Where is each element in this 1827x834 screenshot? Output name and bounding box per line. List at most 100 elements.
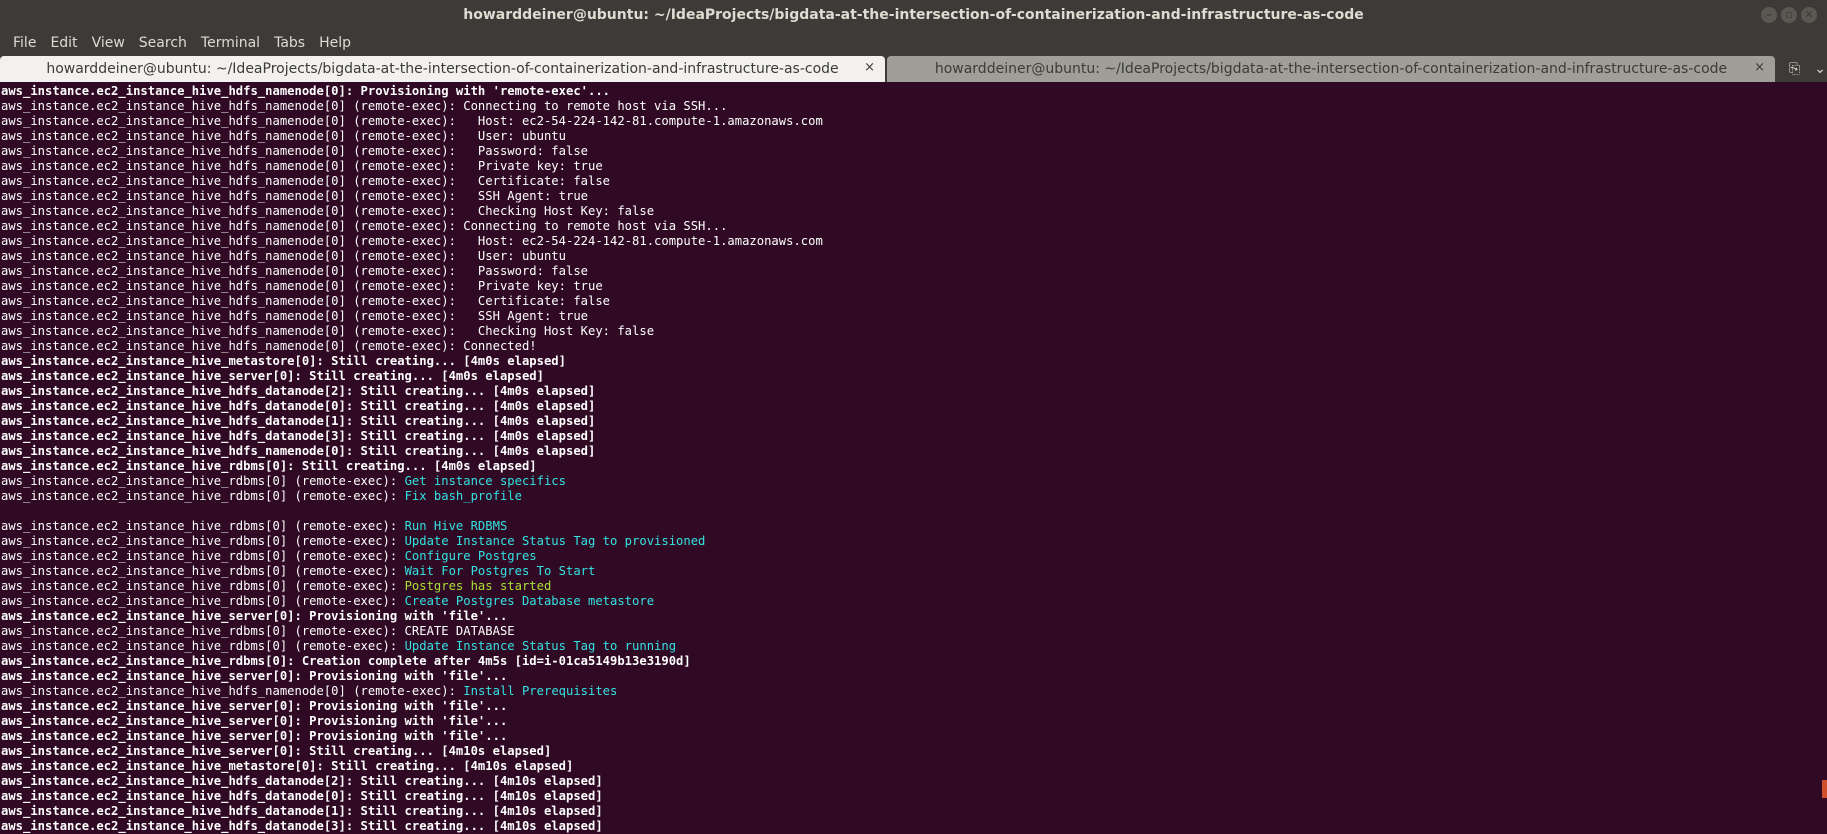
window-title: howarddeiner@ubuntu: ~/IdeaProjects/bigd… — [463, 7, 1364, 23]
terminal-line: aws_instance.ec2_instance_hive_hdfs_name… — [1, 264, 1820, 279]
terminal-line-segment: aws_instance.ec2_instance_hive_server[0]… — [1, 669, 508, 683]
terminal-line: aws_instance.ec2_instance_hive_hdfs_name… — [1, 84, 1820, 99]
terminal-line: aws_instance.ec2_instance_hive_rdbms[0] … — [1, 489, 1820, 504]
terminal-line: aws_instance.ec2_instance_hive_rdbms[0] … — [1, 564, 1820, 579]
minimize-button[interactable]: – — [1761, 7, 1777, 23]
terminal-line-segment: aws_instance.ec2_instance_hive_hdfs_name… — [1, 174, 611, 188]
terminal-line-segment: aws_instance.ec2_instance_hive_hdfs_data… — [1, 429, 596, 443]
menu-bar: File Edit View Search Terminal Tabs Help — [0, 30, 1827, 56]
terminal-line: aws_instance.ec2_instance_hive_hdfs_name… — [1, 189, 1820, 204]
terminal-line-segment: aws_instance.ec2_instance_hive_metastore… — [1, 354, 566, 368]
close-window-button[interactable]: ✕ — [1801, 7, 1817, 23]
terminal-line: aws_instance.ec2_instance_hive_hdfs_data… — [1, 429, 1820, 444]
terminal-line-segment: aws_instance.ec2_instance_hive_hdfs_name… — [1, 114, 823, 128]
terminal-line: aws_instance.ec2_instance_hive_server[0]… — [1, 699, 1820, 714]
terminal-output[interactable]: aws_instance.ec2_instance_hive_hdfs_name… — [0, 82, 1820, 834]
terminal-line-segment: aws_instance.ec2_instance_hive_rdbms[0] … — [1, 624, 515, 638]
terminal-line-segment: aws_instance.ec2_instance_hive_hdfs_name… — [1, 294, 611, 308]
terminal-line-segment: Postgres has started — [404, 579, 552, 593]
new-tab-icon[interactable]: ⎘ — [1789, 61, 1800, 77]
terminal-line: aws_instance.ec2_instance_hive_hdfs_name… — [1, 309, 1820, 324]
terminal-line: aws_instance.ec2_instance_hive_hdfs_name… — [1, 324, 1820, 339]
tab-menu-icon[interactable]: ⌄ — [1814, 61, 1826, 77]
terminal-line-segment: aws_instance.ec2_instance_hive_hdfs_name… — [1, 234, 823, 248]
terminal-line-segment: aws_instance.ec2_instance_hive_hdfs_name… — [1, 204, 655, 218]
terminal-line-segment: aws_instance.ec2_instance_hive_hdfs_data… — [1, 789, 603, 803]
tab-active[interactable]: howarddeiner@ubuntu: ~/IdeaProjects/bigd… — [0, 56, 885, 82]
tab-actions: ⎘ ⌄ — [1775, 56, 1826, 82]
terminal-line-segment: aws_instance.ec2_instance_hive_hdfs_data… — [1, 399, 596, 413]
terminal-line-segment: Install Prerequisites — [463, 684, 618, 698]
menu-file[interactable]: File — [6, 35, 43, 51]
terminal-line-segment: aws_instance.ec2_instance_hive_rdbms[0] … — [1, 489, 405, 503]
terminal-line-segment: aws_instance.ec2_instance_hive_rdbms[0] … — [1, 549, 405, 563]
terminal-line-segment: aws_instance.ec2_instance_hive_rdbms[0] … — [1, 579, 405, 593]
terminal-line: aws_instance.ec2_instance_hive_hdfs_name… — [1, 114, 1820, 129]
menu-edit[interactable]: Edit — [43, 35, 84, 51]
tab-close-icon[interactable]: × — [864, 60, 875, 75]
terminal-line: aws_instance.ec2_instance_hive_hdfs_data… — [1, 789, 1820, 804]
terminal-line: aws_instance.ec2_instance_hive_server[0]… — [1, 744, 1820, 759]
terminal-line: aws_instance.ec2_instance_hive_hdfs_name… — [1, 159, 1820, 174]
terminal-line-segment: aws_instance.ec2_instance_hive_hdfs_name… — [1, 129, 566, 143]
terminal-line-segment: aws_instance.ec2_instance_hive_hdfs_name… — [1, 189, 588, 203]
terminal-line: aws_instance.ec2_instance_hive_server[0]… — [1, 714, 1820, 729]
terminal-line-segment: aws_instance.ec2_instance_hive_rdbms[0] … — [1, 564, 405, 578]
terminal-line-segment: Get instance specifics — [404, 474, 566, 488]
terminal-line-segment: aws_instance.ec2_instance_hive_hdfs_name… — [1, 159, 603, 173]
terminal-line-segment: aws_instance.ec2_instance_hive_rdbms[0]:… — [1, 459, 537, 473]
terminal-line-segment: aws_instance.ec2_instance_hive_hdfs_name… — [1, 309, 588, 323]
tab-bar: howarddeiner@ubuntu: ~/IdeaProjects/bigd… — [0, 56, 1827, 82]
terminal-line: aws_instance.ec2_instance_hive_rdbms[0] … — [1, 534, 1820, 549]
terminal-line: aws_instance.ec2_instance_hive_hdfs_data… — [1, 774, 1820, 789]
terminal-line: aws_instance.ec2_instance_hive_rdbms[0] … — [1, 474, 1820, 489]
menu-terminal[interactable]: Terminal — [194, 35, 267, 51]
tab-label: howarddeiner@ubuntu: ~/IdeaProjects/bigd… — [46, 61, 839, 77]
terminal-line-segment: Run Hive RDBMS — [404, 519, 508, 533]
terminal-line-segment: aws_instance.ec2_instance_hive_hdfs_name… — [1, 684, 464, 698]
terminal-line-segment: aws_instance.ec2_instance_hive_rdbms[0]:… — [1, 654, 691, 668]
terminal-line: aws_instance.ec2_instance_hive_rdbms[0] … — [1, 519, 1820, 534]
terminal-line: aws_instance.ec2_instance_hive_server[0]… — [1, 669, 1820, 684]
terminal-line: aws_instance.ec2_instance_hive_hdfs_data… — [1, 819, 1820, 834]
tab-close-icon[interactable]: × — [1754, 60, 1765, 75]
terminal-line-segment: aws_instance.ec2_instance_hive_rdbms[0] … — [1, 474, 405, 488]
tab-inactive[interactable]: howarddeiner@ubuntu: ~/IdeaProjects/bigd… — [887, 56, 1775, 82]
terminal-line-segment: aws_instance.ec2_instance_hive_server[0]… — [1, 369, 544, 383]
terminal-line: aws_instance.ec2_instance_hive_hdfs_name… — [1, 129, 1820, 144]
terminal-line-segment: aws_instance.ec2_instance_hive_hdfs_data… — [1, 804, 603, 818]
terminal-line-segment: aws_instance.ec2_instance_hive_hdfs_data… — [1, 414, 596, 428]
terminal-line: aws_instance.ec2_instance_hive_rdbms[0] … — [1, 579, 1820, 594]
terminal-line: aws_instance.ec2_instance_hive_metastore… — [1, 759, 1820, 774]
terminal-line-segment: aws_instance.ec2_instance_hive_server[0]… — [1, 714, 508, 728]
menu-view[interactable]: View — [85, 35, 132, 51]
terminal-line: aws_instance.ec2_instance_hive_hdfs_name… — [1, 339, 1820, 354]
menu-help[interactable]: Help — [312, 35, 358, 51]
terminal-line-segment: Fix bash_profile — [404, 489, 522, 503]
terminal-line-segment: aws_instance.ec2_instance_hive_server[0]… — [1, 699, 508, 713]
menu-search[interactable]: Search — [132, 35, 194, 51]
scrollbar-marker[interactable] — [1822, 780, 1827, 798]
terminal-line: aws_instance.ec2_instance_hive_hdfs_name… — [1, 144, 1820, 159]
menu-tabs[interactable]: Tabs — [267, 35, 312, 51]
terminal-line: aws_instance.ec2_instance_hive_hdfs_name… — [1, 204, 1820, 219]
terminal-line-segment: Update Instance Status Tag to running — [404, 639, 677, 653]
terminal-line-segment: Wait For Postgres To Start — [404, 564, 596, 578]
terminal-line: aws_instance.ec2_instance_hive_rdbms[0]:… — [1, 654, 1820, 669]
terminal-line-segment: aws_instance.ec2_instance_hive_server[0]… — [1, 729, 508, 743]
terminal-line: aws_instance.ec2_instance_hive_hdfs_name… — [1, 249, 1820, 264]
terminal-line-segment: aws_instance.ec2_instance_hive_server[0]… — [1, 609, 508, 623]
terminal-line-segment: aws_instance.ec2_instance_hive_hdfs_name… — [1, 444, 596, 458]
terminal-line-segment: aws_instance.ec2_instance_hive_hdfs_data… — [1, 819, 603, 833]
terminal-line-segment: aws_instance.ec2_instance_hive_hdfs_name… — [1, 264, 588, 278]
maximize-button[interactable]: ▫ — [1781, 7, 1797, 23]
terminal-line: aws_instance.ec2_instance_hive_server[0]… — [1, 729, 1820, 744]
terminal-line: aws_instance.ec2_instance_hive_hdfs_name… — [1, 99, 1820, 114]
terminal-line-segment: aws_instance.ec2_instance_hive_hdfs_name… — [1, 219, 728, 233]
terminal-line-segment: aws_instance.ec2_instance_hive_hdfs_name… — [1, 339, 537, 353]
terminal-line-segment: aws_instance.ec2_instance_hive_rdbms[0] … — [1, 534, 405, 548]
terminal-line-segment: Update Instance Status Tag to provisione… — [404, 534, 706, 548]
terminal-line: aws_instance.ec2_instance_hive_hdfs_name… — [1, 294, 1820, 309]
terminal-line-segment: aws_instance.ec2_instance_hive_metastore… — [1, 759, 574, 773]
